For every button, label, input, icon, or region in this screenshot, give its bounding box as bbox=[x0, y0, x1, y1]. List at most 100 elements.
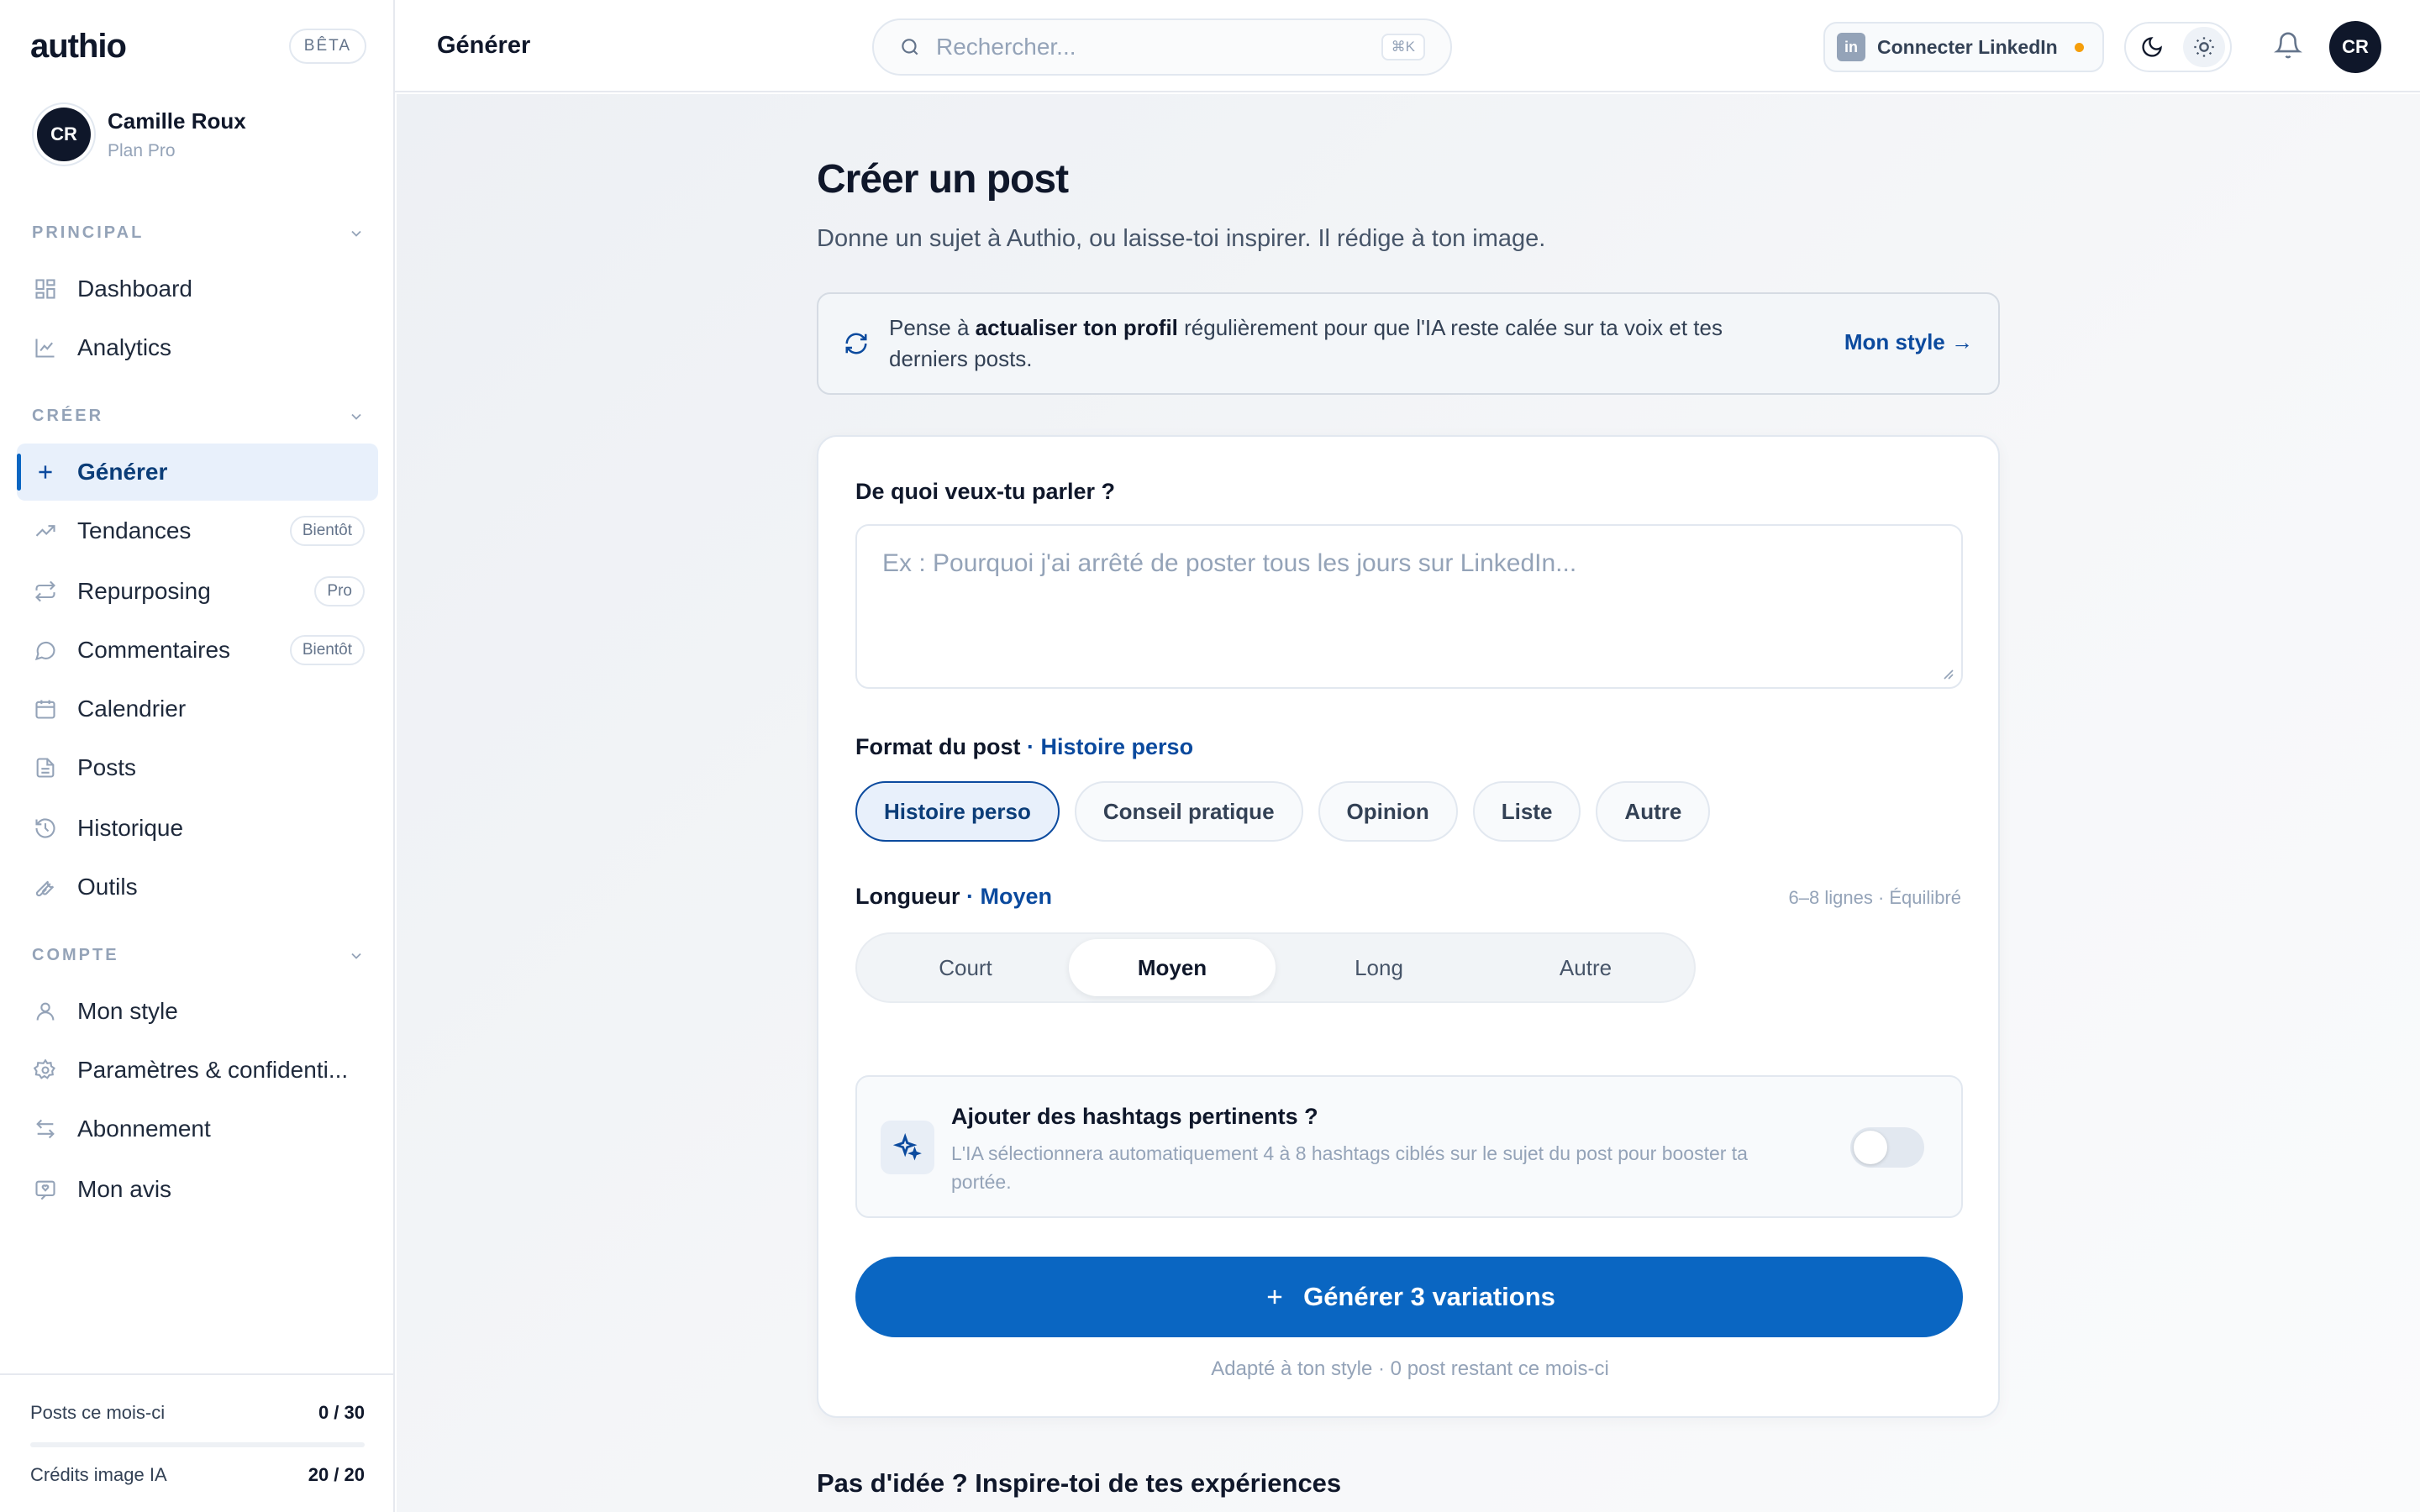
section-creer[interactable]: CRÉER bbox=[32, 407, 365, 426]
sidebar-item-label: Mon avis bbox=[77, 1176, 172, 1202]
section-principal[interactable]: PRINCIPAL bbox=[32, 223, 365, 243]
format-chip-conseil-pratique[interactable]: Conseil pratique bbox=[1074, 781, 1303, 842]
tip-text-start: Pense à bbox=[889, 315, 976, 340]
status-dot bbox=[2074, 42, 2084, 52]
format-selected: · Histoire perso bbox=[1027, 734, 1194, 759]
format-chip-liste[interactable]: Liste bbox=[1472, 781, 1581, 842]
moon-icon[interactable] bbox=[2131, 27, 2173, 67]
search-icon bbox=[899, 36, 921, 58]
sidebar-item-outils[interactable]: Outils bbox=[17, 858, 378, 916]
soon-badge: Bientôt bbox=[289, 516, 365, 546]
hashtags-option: Ajouter des hashtags pertinents ? L'IA s… bbox=[855, 1075, 1963, 1218]
sidebar-item-mon-avis[interactable]: Mon avis bbox=[17, 1161, 378, 1218]
generate-form-card: De quoi veux-tu parler ? Format du post … bbox=[817, 435, 2000, 1418]
length-option-autre[interactable]: Autre bbox=[1482, 939, 1689, 996]
connect-linkedin-button[interactable]: in Connecter LinkedIn bbox=[1823, 22, 2104, 72]
sidebar-item-tendances[interactable]: Tendances Bientôt bbox=[17, 502, 378, 559]
user-plan: Plan Pro bbox=[108, 140, 176, 160]
theme-toggle[interactable] bbox=[2124, 22, 2232, 72]
format-chip-histoire-perso[interactable]: Histoire perso bbox=[855, 781, 1060, 842]
sidebar-item-calendrier[interactable]: Calendrier bbox=[17, 680, 378, 738]
chevron-down-icon bbox=[348, 225, 365, 242]
history-icon bbox=[32, 815, 59, 842]
linkedin-icon: in bbox=[1837, 33, 1865, 61]
refresh-icon bbox=[844, 331, 869, 356]
sidebar-item-parametres[interactable]: Paramètres & confidenti... bbox=[17, 1042, 378, 1099]
generate-label: Générer 3 variations bbox=[1303, 1282, 1555, 1311]
main-area: Créer un post Donne un sujet à Authio, o… bbox=[397, 94, 2420, 1512]
section-label: COMPTE bbox=[32, 946, 119, 964]
sidebar-item-posts[interactable]: Posts bbox=[17, 739, 378, 796]
connect-linkedin-label: Connecter LinkedIn bbox=[1877, 35, 2058, 58]
brand-logo[interactable]: authio bbox=[30, 28, 127, 66]
feedback-icon bbox=[32, 1176, 59, 1203]
avatar[interactable]: CR bbox=[2329, 21, 2381, 73]
toggle-knob bbox=[1854, 1131, 1887, 1164]
sidebar-item-label: Historique bbox=[77, 815, 184, 841]
format-label: Format du post · Histoire perso bbox=[855, 734, 1193, 760]
tip-text-bold: actualiser ton profil bbox=[975, 315, 1178, 340]
main-subtitle: Donne un sujet à Authio, ou laisse-toi i… bbox=[817, 225, 1546, 252]
pro-badge: Pro bbox=[314, 576, 365, 606]
topbar: Générer ⌘K in Connecter LinkedIn CR bbox=[395, 0, 2420, 92]
length-label: Longueur · Moyen bbox=[855, 884, 1052, 910]
profile-tip-banner: Pense à actualiser ton profil régulièrem… bbox=[817, 292, 2000, 395]
sidebar-item-abonnement[interactable]: Abonnement bbox=[17, 1100, 378, 1158]
posts-quota-label: Posts ce mois-ci bbox=[30, 1402, 166, 1423]
sidebar-item-commentaires[interactable]: Commentaires Bientôt bbox=[17, 622, 378, 679]
hashtags-title: Ajouter des hashtags pertinents ? bbox=[951, 1104, 1318, 1129]
user-icon bbox=[32, 998, 59, 1025]
sidebar-item-label: Abonnement bbox=[77, 1116, 211, 1142]
length-option-moyen[interactable]: Moyen bbox=[1069, 939, 1276, 996]
sidebar-item-generer[interactable]: Générer bbox=[17, 444, 378, 501]
length-option-long[interactable]: Long bbox=[1276, 939, 1482, 996]
sidebar-item-label: Posts bbox=[77, 754, 137, 780]
search-bar[interactable]: ⌘K bbox=[872, 18, 1452, 76]
resize-handle-icon[interactable] bbox=[1941, 667, 1954, 680]
dashboard-icon bbox=[32, 276, 59, 302]
hashtags-toggle[interactable] bbox=[1850, 1127, 1924, 1168]
topic-field[interactable] bbox=[855, 524, 1963, 689]
format-chip-opinion[interactable]: Opinion bbox=[1318, 781, 1458, 842]
sidebar-item-label: Analytics bbox=[77, 334, 172, 360]
sidebar: authio BÊTA CR Camille Roux Plan Pro PRI… bbox=[0, 0, 395, 1512]
images-quota: Crédits image IA 20 / 20 bbox=[30, 1464, 365, 1486]
bell-icon[interactable] bbox=[2274, 30, 2302, 60]
wrench-icon bbox=[32, 874, 59, 900]
mon-style-link[interactable]: Mon style → bbox=[1844, 329, 1973, 355]
length-option-court[interactable]: Court bbox=[862, 939, 1069, 996]
sidebar-item-label: Commentaires bbox=[77, 637, 231, 663]
format-chip-autre[interactable]: Autre bbox=[1596, 781, 1711, 842]
sidebar-item-dashboard[interactable]: Dashboard bbox=[17, 260, 378, 318]
generate-button[interactable]: Générer 3 variations bbox=[855, 1257, 1963, 1337]
tip-text: Pense à actualiser ton profil régulièrem… bbox=[889, 312, 1797, 375]
images-quota-value: 20 / 20 bbox=[308, 1464, 365, 1485]
plus-icon bbox=[1263, 1285, 1286, 1309]
sidebar-item-label: Mon style bbox=[77, 998, 178, 1024]
length-hint: 6–8 lignes · Équilibré bbox=[1788, 887, 1961, 908]
search-input[interactable] bbox=[936, 34, 1381, 60]
section-compte[interactable]: COMPTE bbox=[32, 946, 365, 965]
sidebar-item-label: Calendrier bbox=[77, 696, 187, 722]
sidebar-item-label: Générer bbox=[77, 459, 168, 485]
sidebar-item-repurposing[interactable]: Repurposing Pro bbox=[17, 563, 378, 620]
topic-input[interactable] bbox=[857, 526, 1961, 687]
plus-icon bbox=[32, 459, 59, 486]
sidebar-item-mon-style[interactable]: Mon style bbox=[17, 983, 378, 1040]
user-name: Camille Roux bbox=[108, 108, 246, 134]
brand-row: authio BÊTA bbox=[30, 25, 366, 67]
format-label-text: Format du post bbox=[855, 734, 1021, 759]
posts-quota: Posts ce mois-ci 0 / 30 bbox=[30, 1402, 365, 1424]
gear-icon bbox=[32, 1057, 59, 1084]
trending-up-icon bbox=[32, 517, 59, 544]
shortcut-hint: ⌘K bbox=[1381, 34, 1425, 60]
file-text-icon bbox=[32, 754, 59, 781]
sidebar-item-historique[interactable]: Historique bbox=[17, 800, 378, 857]
sun-icon[interactable] bbox=[2183, 27, 2225, 67]
sidebar-item-analytics[interactable]: Analytics bbox=[17, 319, 378, 376]
sidebar-item-label: Dashboard bbox=[77, 276, 192, 302]
posts-quota-bar bbox=[30, 1442, 365, 1447]
main-title: Créer un post bbox=[817, 157, 1069, 202]
page-title: Générer bbox=[437, 32, 531, 59]
user-card[interactable]: CR Camille Roux Plan Pro bbox=[37, 108, 246, 161]
